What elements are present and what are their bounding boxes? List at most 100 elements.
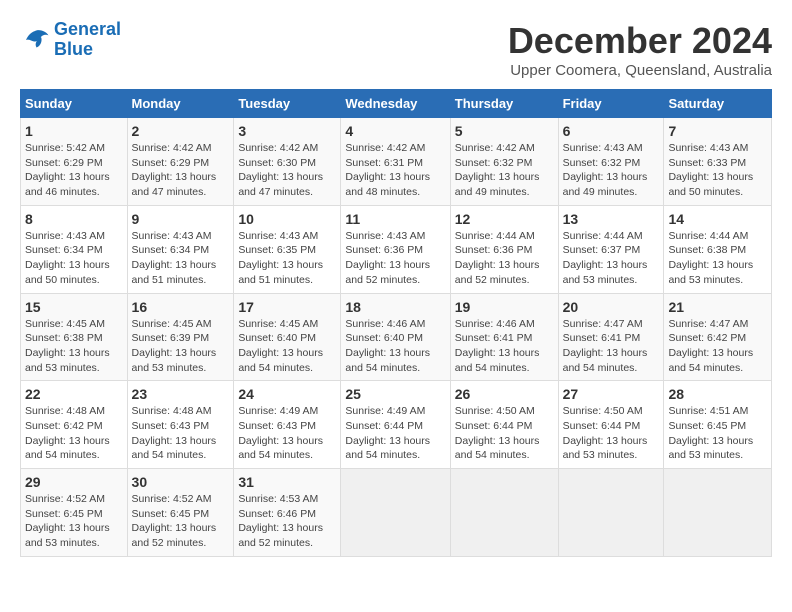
calendar-cell: 4 Sunrise: 4:42 AMSunset: 6:31 PMDayligh…	[341, 118, 450, 206]
day-detail: Sunrise: 4:43 AMSunset: 6:36 PMDaylight:…	[345, 230, 430, 286]
day-detail: Sunrise: 4:50 AMSunset: 6:44 PMDaylight:…	[563, 405, 648, 461]
calendar-header-row: SundayMondayTuesdayWednesdayThursdayFrid…	[21, 90, 772, 118]
day-number: 29	[25, 474, 123, 490]
header-monday: Monday	[127, 90, 234, 118]
header-saturday: Saturday	[664, 90, 772, 118]
calendar-cell: 23 Sunrise: 4:48 AMSunset: 6:43 PMDaylig…	[127, 381, 234, 469]
calendar-cell	[664, 469, 772, 557]
header: General Blue December 2024 Upper Coomera…	[20, 20, 772, 79]
title-area: December 2024 Upper Coomera, Queensland,…	[508, 20, 772, 79]
day-number: 12	[455, 211, 554, 227]
week-row-3: 15 Sunrise: 4:45 AMSunset: 6:38 PMDaylig…	[21, 293, 772, 381]
logo: General Blue	[20, 20, 121, 60]
day-number: 3	[238, 123, 336, 139]
calendar-cell	[450, 469, 558, 557]
calendar-cell	[558, 469, 664, 557]
header-friday: Friday	[558, 90, 664, 118]
calendar-cell: 5 Sunrise: 4:42 AMSunset: 6:32 PMDayligh…	[450, 118, 558, 206]
header-sunday: Sunday	[21, 90, 128, 118]
day-detail: Sunrise: 4:43 AMSunset: 6:34 PMDaylight:…	[25, 230, 110, 286]
day-detail: Sunrise: 4:46 AMSunset: 6:41 PMDaylight:…	[455, 318, 540, 374]
day-number: 11	[345, 211, 445, 227]
day-number: 14	[668, 211, 767, 227]
day-detail: Sunrise: 4:53 AMSunset: 6:46 PMDaylight:…	[238, 493, 323, 549]
calendar-cell: 28 Sunrise: 4:51 AMSunset: 6:45 PMDaylig…	[664, 381, 772, 469]
day-number: 31	[238, 474, 336, 490]
calendar-cell: 21 Sunrise: 4:47 AMSunset: 6:42 PMDaylig…	[664, 293, 772, 381]
day-detail: Sunrise: 4:45 AMSunset: 6:39 PMDaylight:…	[132, 318, 217, 374]
calendar-table: SundayMondayTuesdayWednesdayThursdayFrid…	[20, 89, 772, 557]
calendar-cell: 3 Sunrise: 4:42 AMSunset: 6:30 PMDayligh…	[234, 118, 341, 206]
day-detail: Sunrise: 4:45 AMSunset: 6:40 PMDaylight:…	[238, 318, 323, 374]
day-number: 17	[238, 299, 336, 315]
day-detail: Sunrise: 4:47 AMSunset: 6:42 PMDaylight:…	[668, 318, 753, 374]
day-number: 9	[132, 211, 230, 227]
calendar-cell: 18 Sunrise: 4:46 AMSunset: 6:40 PMDaylig…	[341, 293, 450, 381]
calendar-cell: 14 Sunrise: 4:44 AMSunset: 6:38 PMDaylig…	[664, 205, 772, 293]
week-row-4: 22 Sunrise: 4:48 AMSunset: 6:42 PMDaylig…	[21, 381, 772, 469]
day-number: 13	[563, 211, 660, 227]
header-wednesday: Wednesday	[341, 90, 450, 118]
calendar-cell	[341, 469, 450, 557]
header-tuesday: Tuesday	[234, 90, 341, 118]
day-number: 24	[238, 386, 336, 402]
day-detail: Sunrise: 4:48 AMSunset: 6:42 PMDaylight:…	[25, 405, 110, 461]
day-number: 27	[563, 386, 660, 402]
day-number: 21	[668, 299, 767, 315]
calendar-cell: 9 Sunrise: 4:43 AMSunset: 6:34 PMDayligh…	[127, 205, 234, 293]
calendar-cell: 12 Sunrise: 4:44 AMSunset: 6:36 PMDaylig…	[450, 205, 558, 293]
day-number: 7	[668, 123, 767, 139]
day-detail: Sunrise: 4:43 AMSunset: 6:33 PMDaylight:…	[668, 142, 753, 198]
day-detail: Sunrise: 4:46 AMSunset: 6:40 PMDaylight:…	[345, 318, 430, 374]
day-detail: Sunrise: 4:48 AMSunset: 6:43 PMDaylight:…	[132, 405, 217, 461]
day-number: 16	[132, 299, 230, 315]
day-number: 22	[25, 386, 123, 402]
calendar-cell: 27 Sunrise: 4:50 AMSunset: 6:44 PMDaylig…	[558, 381, 664, 469]
day-detail: Sunrise: 4:52 AMSunset: 6:45 PMDaylight:…	[25, 493, 110, 549]
day-number: 19	[455, 299, 554, 315]
day-detail: Sunrise: 4:44 AMSunset: 6:38 PMDaylight:…	[668, 230, 753, 286]
day-number: 10	[238, 211, 336, 227]
logo-text: General Blue	[54, 20, 121, 60]
calendar-cell: 7 Sunrise: 4:43 AMSunset: 6:33 PMDayligh…	[664, 118, 772, 206]
day-detail: Sunrise: 4:42 AMSunset: 6:31 PMDaylight:…	[345, 142, 430, 198]
day-detail: Sunrise: 4:42 AMSunset: 6:30 PMDaylight:…	[238, 142, 323, 198]
day-number: 25	[345, 386, 445, 402]
day-number: 8	[25, 211, 123, 227]
calendar-cell: 22 Sunrise: 4:48 AMSunset: 6:42 PMDaylig…	[21, 381, 128, 469]
day-detail: Sunrise: 4:51 AMSunset: 6:45 PMDaylight:…	[668, 405, 753, 461]
calendar-cell: 17 Sunrise: 4:45 AMSunset: 6:40 PMDaylig…	[234, 293, 341, 381]
day-detail: Sunrise: 4:49 AMSunset: 6:44 PMDaylight:…	[345, 405, 430, 461]
day-detail: Sunrise: 4:42 AMSunset: 6:32 PMDaylight:…	[455, 142, 540, 198]
day-detail: Sunrise: 4:43 AMSunset: 6:34 PMDaylight:…	[132, 230, 217, 286]
calendar-cell: 30 Sunrise: 4:52 AMSunset: 6:45 PMDaylig…	[127, 469, 234, 557]
calendar-cell: 26 Sunrise: 4:50 AMSunset: 6:44 PMDaylig…	[450, 381, 558, 469]
calendar-cell: 6 Sunrise: 4:43 AMSunset: 6:32 PMDayligh…	[558, 118, 664, 206]
day-detail: Sunrise: 4:42 AMSunset: 6:29 PMDaylight:…	[132, 142, 217, 198]
week-row-2: 8 Sunrise: 4:43 AMSunset: 6:34 PMDayligh…	[21, 205, 772, 293]
calendar-cell: 19 Sunrise: 4:46 AMSunset: 6:41 PMDaylig…	[450, 293, 558, 381]
day-number: 1	[25, 123, 123, 139]
week-row-5: 29 Sunrise: 4:52 AMSunset: 6:45 PMDaylig…	[21, 469, 772, 557]
location-title: Upper Coomera, Queensland, Australia	[508, 62, 772, 79]
day-detail: Sunrise: 5:42 AMSunset: 6:29 PMDaylight:…	[25, 142, 110, 198]
header-thursday: Thursday	[450, 90, 558, 118]
calendar-cell: 15 Sunrise: 4:45 AMSunset: 6:38 PMDaylig…	[21, 293, 128, 381]
day-number: 15	[25, 299, 123, 315]
logo-icon	[20, 25, 50, 55]
day-detail: Sunrise: 4:43 AMSunset: 6:35 PMDaylight:…	[238, 230, 323, 286]
day-detail: Sunrise: 4:45 AMSunset: 6:38 PMDaylight:…	[25, 318, 110, 374]
day-detail: Sunrise: 4:43 AMSunset: 6:32 PMDaylight:…	[563, 142, 648, 198]
day-detail: Sunrise: 4:44 AMSunset: 6:37 PMDaylight:…	[563, 230, 648, 286]
day-number: 28	[668, 386, 767, 402]
week-row-1: 1 Sunrise: 5:42 AMSunset: 6:29 PMDayligh…	[21, 118, 772, 206]
day-number: 6	[563, 123, 660, 139]
calendar-cell: 13 Sunrise: 4:44 AMSunset: 6:37 PMDaylig…	[558, 205, 664, 293]
month-title: December 2024	[508, 20, 772, 62]
calendar-cell: 31 Sunrise: 4:53 AMSunset: 6:46 PMDaylig…	[234, 469, 341, 557]
day-number: 20	[563, 299, 660, 315]
calendar-cell: 24 Sunrise: 4:49 AMSunset: 6:43 PMDaylig…	[234, 381, 341, 469]
day-detail: Sunrise: 4:47 AMSunset: 6:41 PMDaylight:…	[563, 318, 648, 374]
calendar-cell: 10 Sunrise: 4:43 AMSunset: 6:35 PMDaylig…	[234, 205, 341, 293]
calendar-cell: 16 Sunrise: 4:45 AMSunset: 6:39 PMDaylig…	[127, 293, 234, 381]
